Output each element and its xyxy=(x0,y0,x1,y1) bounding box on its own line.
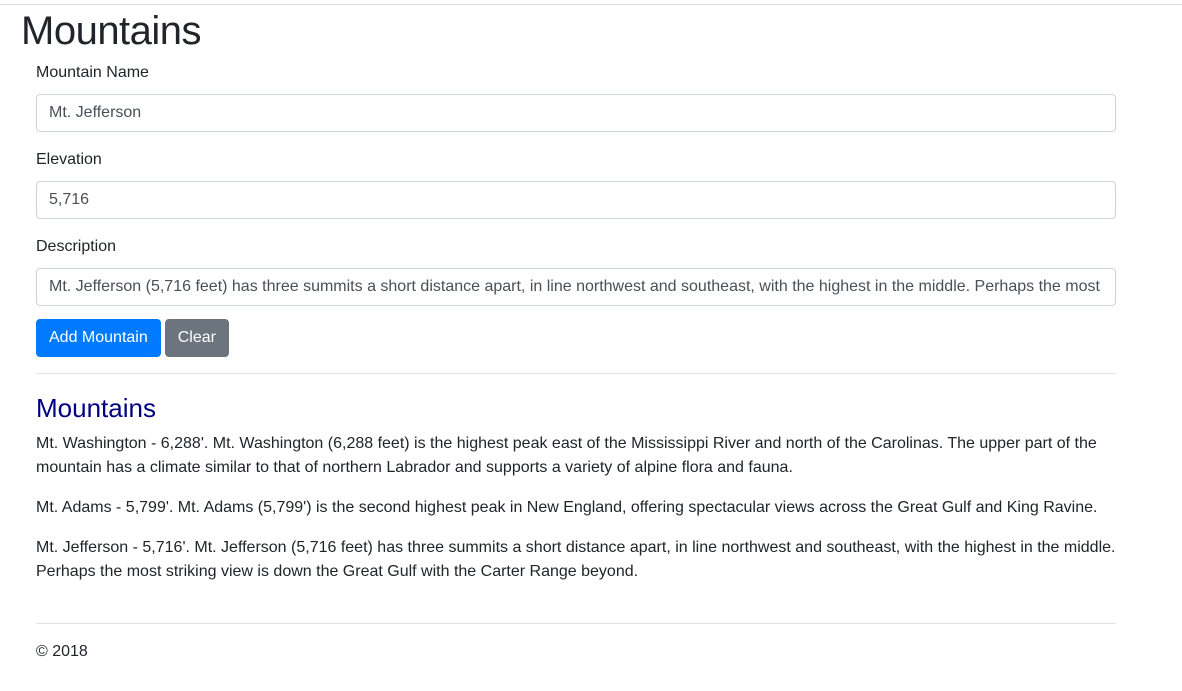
mountain-list: Mt. Washington - 6,288'. Mt. Washington … xyxy=(36,432,1116,600)
name-field-group: Mountain Name xyxy=(36,61,1116,132)
form-divider xyxy=(36,373,1116,374)
top-divider xyxy=(0,4,1182,5)
page-title: Mountains xyxy=(21,9,202,53)
elevation-label: Elevation xyxy=(36,151,102,168)
mountain-form: Mountain Name Elevation Description xyxy=(36,60,1116,322)
elevation-input[interactable] xyxy=(36,181,1116,219)
elevation-field-group: Elevation xyxy=(36,148,1116,219)
description-label: Description xyxy=(36,238,117,255)
footer-divider xyxy=(36,623,1116,624)
add-mountain-button[interactable]: Add Mountain xyxy=(36,319,161,357)
list-item: Mt. Washington - 6,288'. Mt. Washington … xyxy=(36,435,1097,476)
footer-copyright: © 2018 xyxy=(36,643,88,660)
list-item: Mt. Jefferson - 5,716'. Mt. Jefferson (5… xyxy=(36,539,1116,580)
mountain-name-input[interactable] xyxy=(36,94,1116,132)
form-actions: Add Mountain Clear xyxy=(36,319,229,357)
clear-button[interactable]: Clear xyxy=(164,319,229,357)
list-item: Mt. Adams - 5,799'. Mt. Adams (5,799') i… xyxy=(36,499,1098,516)
mountain-list-title: Mountains xyxy=(36,393,156,423)
description-input[interactable] xyxy=(36,268,1116,306)
mountain-name-label: Mountain Name xyxy=(36,64,149,81)
description-field-group: Description xyxy=(36,235,1116,306)
